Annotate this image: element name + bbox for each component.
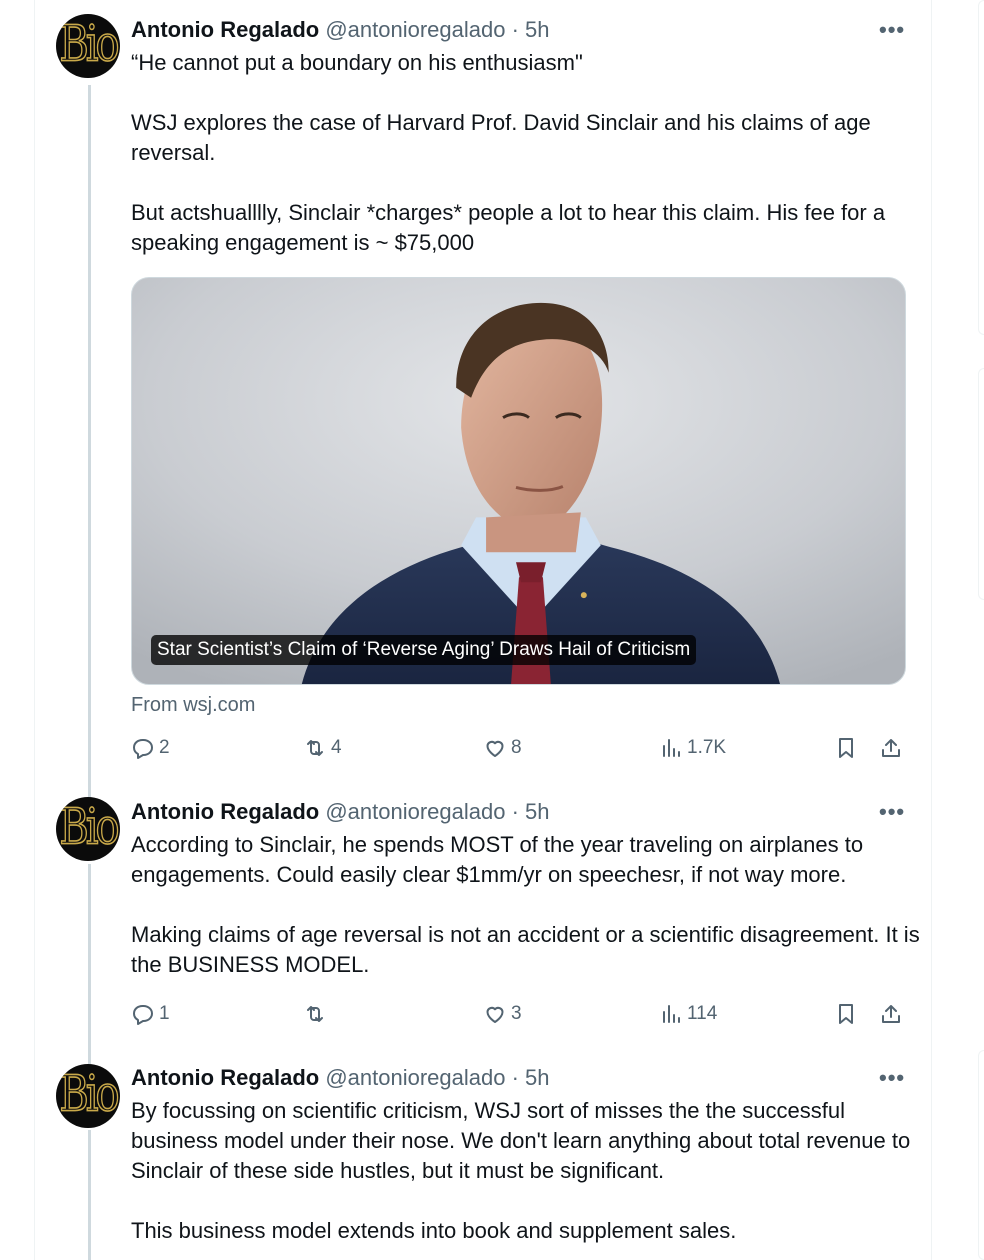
- views-count: 114: [687, 1003, 718, 1024]
- author-handle[interactable]: @antonioregalado: [325, 17, 505, 42]
- reply-count: 2: [159, 737, 170, 758]
- like-button[interactable]: 3: [483, 999, 522, 1029]
- heart-icon: [486, 1006, 504, 1023]
- reply-button[interactable]: 1: [131, 999, 170, 1029]
- separator: ·: [505, 1065, 526, 1090]
- retweet-icon: [307, 1006, 323, 1022]
- author-name[interactable]: Antonio Regalado: [131, 17, 319, 42]
- card-source[interactable]: From wsj.com: [131, 692, 255, 718]
- sidebar-card-edge: [978, 0, 984, 335]
- share-icon: [882, 1005, 900, 1023]
- tweet-header: Antonio Regalado @antonioregalado · 5h: [131, 1063, 550, 1093]
- avatar-logo: Bio: [59, 1064, 120, 1123]
- tweet[interactable]: Bio Antonio Regalado @antonioregalado · …: [34, 1048, 932, 1260]
- tweet[interactable]: Bio Antonio Regalado @antonioregalado · …: [34, 0, 932, 780]
- views-count: 1.7K: [687, 737, 727, 758]
- more-options-icon[interactable]: •••: [879, 801, 909, 823]
- avatar-logo: Bio: [59, 797, 120, 856]
- share-icon: [882, 739, 900, 757]
- heart-icon: [486, 740, 504, 757]
- separator: ·: [505, 17, 526, 42]
- sidebar-card-edge: [978, 1050, 984, 1260]
- author-handle[interactable]: @antonioregalado: [325, 1065, 505, 1090]
- reply-button[interactable]: 2: [131, 733, 170, 763]
- sidebar-card-edge: [978, 368, 984, 600]
- tweet-text: By focussing on scientific criticism, WS…: [131, 1096, 911, 1246]
- tweet-text: “He cannot put a boundary on his enthusi…: [131, 48, 911, 258]
- bookmark-icon: [839, 1004, 853, 1024]
- views-button[interactable]: 114: [659, 999, 717, 1029]
- more-options-icon[interactable]: •••: [879, 19, 909, 41]
- author-handle[interactable]: @antonioregalado: [325, 799, 505, 824]
- separator: ·: [505, 799, 526, 824]
- tweet-header: Antonio Regalado @antonioregalado · 5h: [131, 15, 550, 45]
- retweet-count: 4: [331, 737, 342, 758]
- retweet-button[interactable]: 4: [303, 733, 342, 763]
- avatar[interactable]: Bio: [56, 14, 120, 78]
- like-count: 3: [511, 1003, 522, 1024]
- share-button[interactable]: [879, 733, 903, 763]
- tweet-paragraph: This business model extends into book an…: [131, 1218, 737, 1243]
- avatar[interactable]: Bio: [56, 1064, 120, 1128]
- views-chart-icon: [663, 1005, 680, 1023]
- like-button[interactable]: 8: [483, 733, 522, 763]
- tweet-text: According to Sinclair, he spends MOST of…: [131, 830, 921, 980]
- tweet-paragraph: By focussing on scientific criticism, WS…: [131, 1098, 917, 1183]
- sidebar-edge: [978, 0, 984, 1260]
- tweet-header: Antonio Regalado @antonioregalado · 5h: [131, 797, 550, 827]
- tweet-actions: 1 3 114: [131, 999, 911, 1029]
- tweet-actions: 2 4 8 1.7K: [131, 733, 911, 763]
- timestamp[interactable]: 5h: [525, 1065, 549, 1090]
- link-card[interactable]: Star Scientist’s Claim of ‘Reverse Aging…: [131, 277, 906, 685]
- tweet-paragraph: “He cannot put a boundary on his enthusi…: [131, 50, 583, 75]
- tweet-paragraph: According to Sinclair, he spends MOST of…: [131, 832, 870, 887]
- card-caption: Star Scientist’s Claim of ‘Reverse Aging…: [151, 635, 697, 665]
- bookmark-icon: [839, 738, 853, 758]
- timestamp[interactable]: 5h: [525, 799, 549, 824]
- tweet[interactable]: Bio Antonio Regalado @antonioregalado · …: [34, 782, 932, 1047]
- views-button[interactable]: 1.7K: [659, 733, 726, 763]
- reply-icon: [133, 1005, 153, 1025]
- retweet-icon: [307, 740, 323, 756]
- bookmark-button[interactable]: [834, 999, 858, 1029]
- reply-icon: [133, 739, 153, 759]
- bookmark-button[interactable]: [834, 733, 858, 763]
- article-photo: [132, 278, 905, 684]
- retweet-button[interactable]: [303, 999, 331, 1029]
- tweet-paragraph: WSJ explores the case of Harvard Prof. D…: [131, 110, 877, 165]
- timestamp[interactable]: 5h: [525, 17, 549, 42]
- author-name[interactable]: Antonio Regalado: [131, 1065, 319, 1090]
- avatar-logo: Bio: [59, 14, 120, 73]
- more-options-icon[interactable]: •••: [879, 1067, 909, 1089]
- reply-count: 1: [159, 1003, 170, 1024]
- share-button[interactable]: [879, 999, 903, 1029]
- views-chart-icon: [663, 739, 680, 757]
- tweet-paragraph: Making claims of age reversal is not an …: [131, 922, 926, 977]
- author-name[interactable]: Antonio Regalado: [131, 799, 319, 824]
- tweet-paragraph: But actshualllly, Sinclair *charges* peo…: [131, 200, 892, 255]
- like-count: 8: [511, 737, 522, 758]
- avatar[interactable]: Bio: [56, 797, 120, 861]
